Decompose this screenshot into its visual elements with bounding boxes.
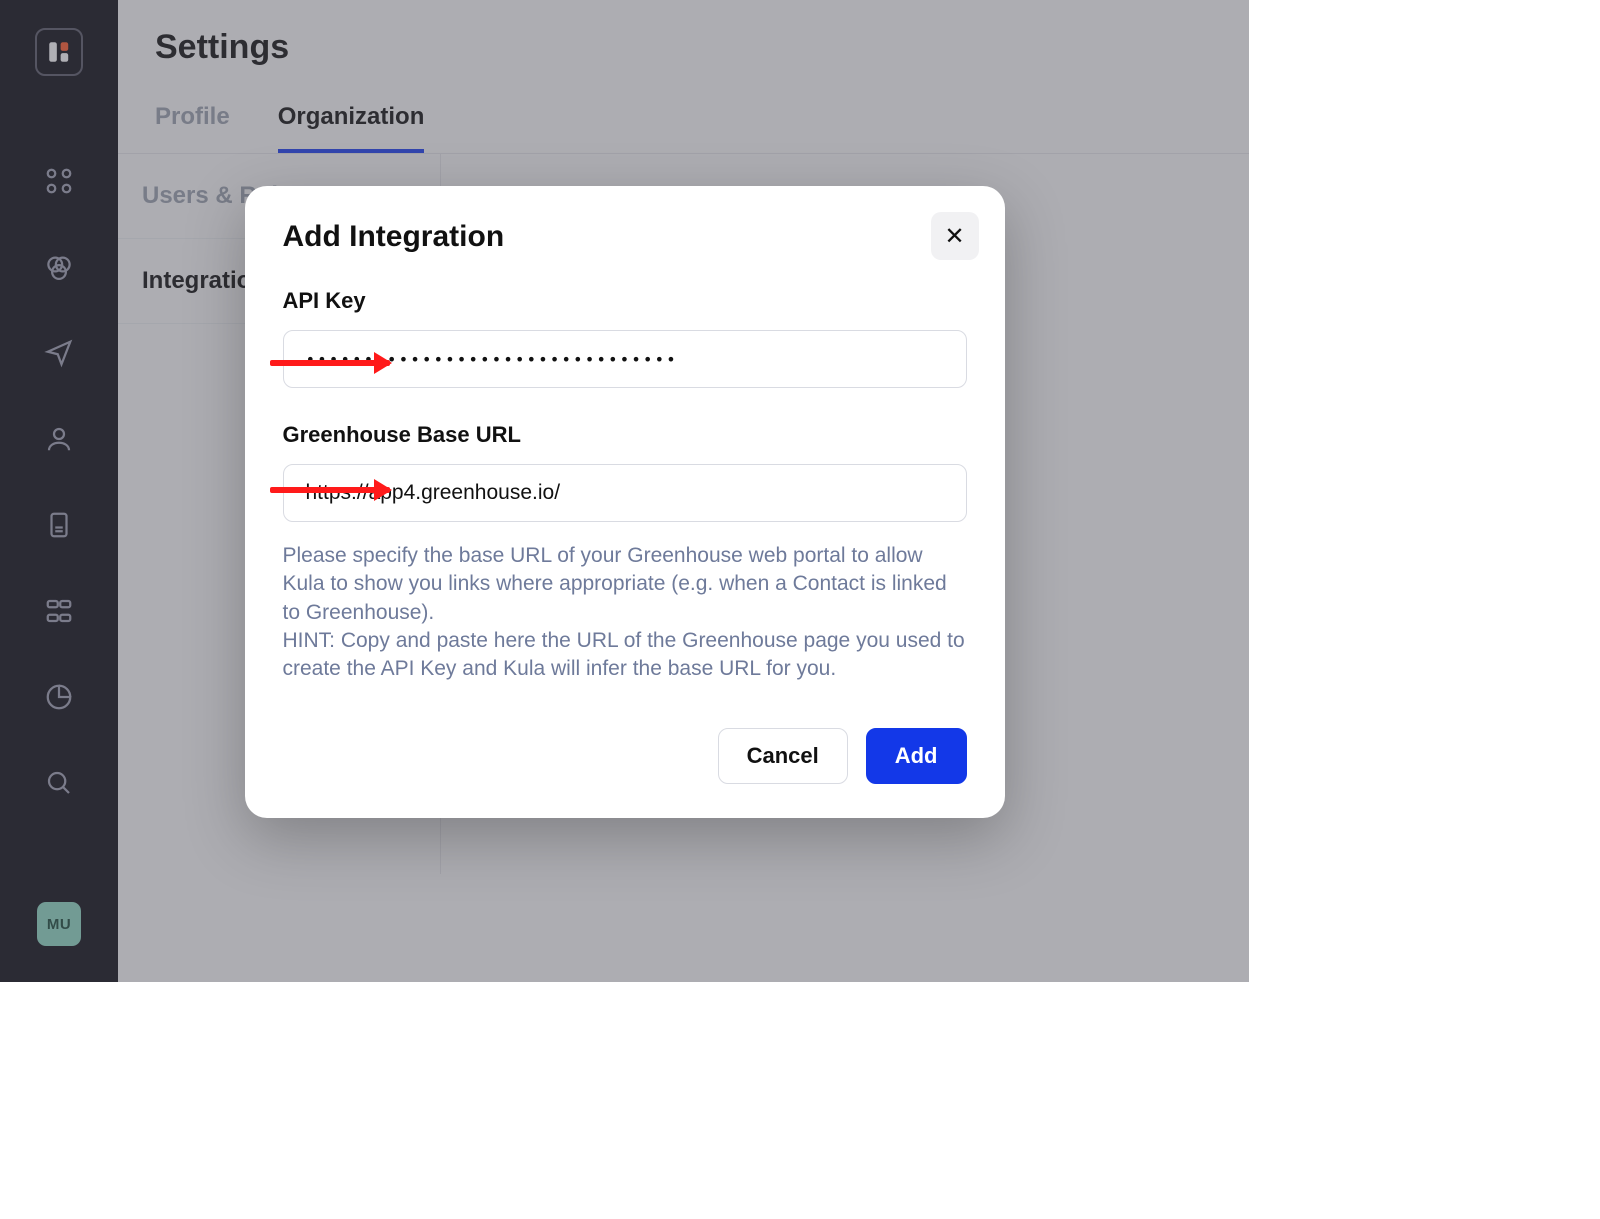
annotation-arrow-base-url (270, 487, 390, 493)
modal-close-button[interactable]: ✕ (931, 212, 979, 260)
add-button[interactable]: Add (866, 728, 967, 784)
add-integration-modal: Add Integration ✕ API Key Greenhouse Bas… (245, 186, 1005, 818)
base-url-helper: Please specify the base URL of your Gree… (283, 542, 967, 684)
close-icon: ✕ (944, 222, 964, 251)
helper-line-2: HINT: Copy and paste here the URL of the… (283, 627, 967, 684)
api-key-label: API Key (283, 288, 967, 314)
annotation-arrow-api-key (270, 360, 390, 366)
cancel-button[interactable]: Cancel (718, 728, 848, 784)
modal-title: Add Integration (283, 220, 967, 254)
modal-scrim[interactable]: Add Integration ✕ API Key Greenhouse Bas… (0, 0, 1249, 982)
modal-button-row: Cancel Add (283, 728, 967, 784)
helper-line-1: Please specify the base URL of your Gree… (283, 542, 967, 627)
base-url-label: Greenhouse Base URL (283, 422, 967, 448)
app-viewport: MU Settings Profile Organization Users &… (0, 0, 1249, 982)
